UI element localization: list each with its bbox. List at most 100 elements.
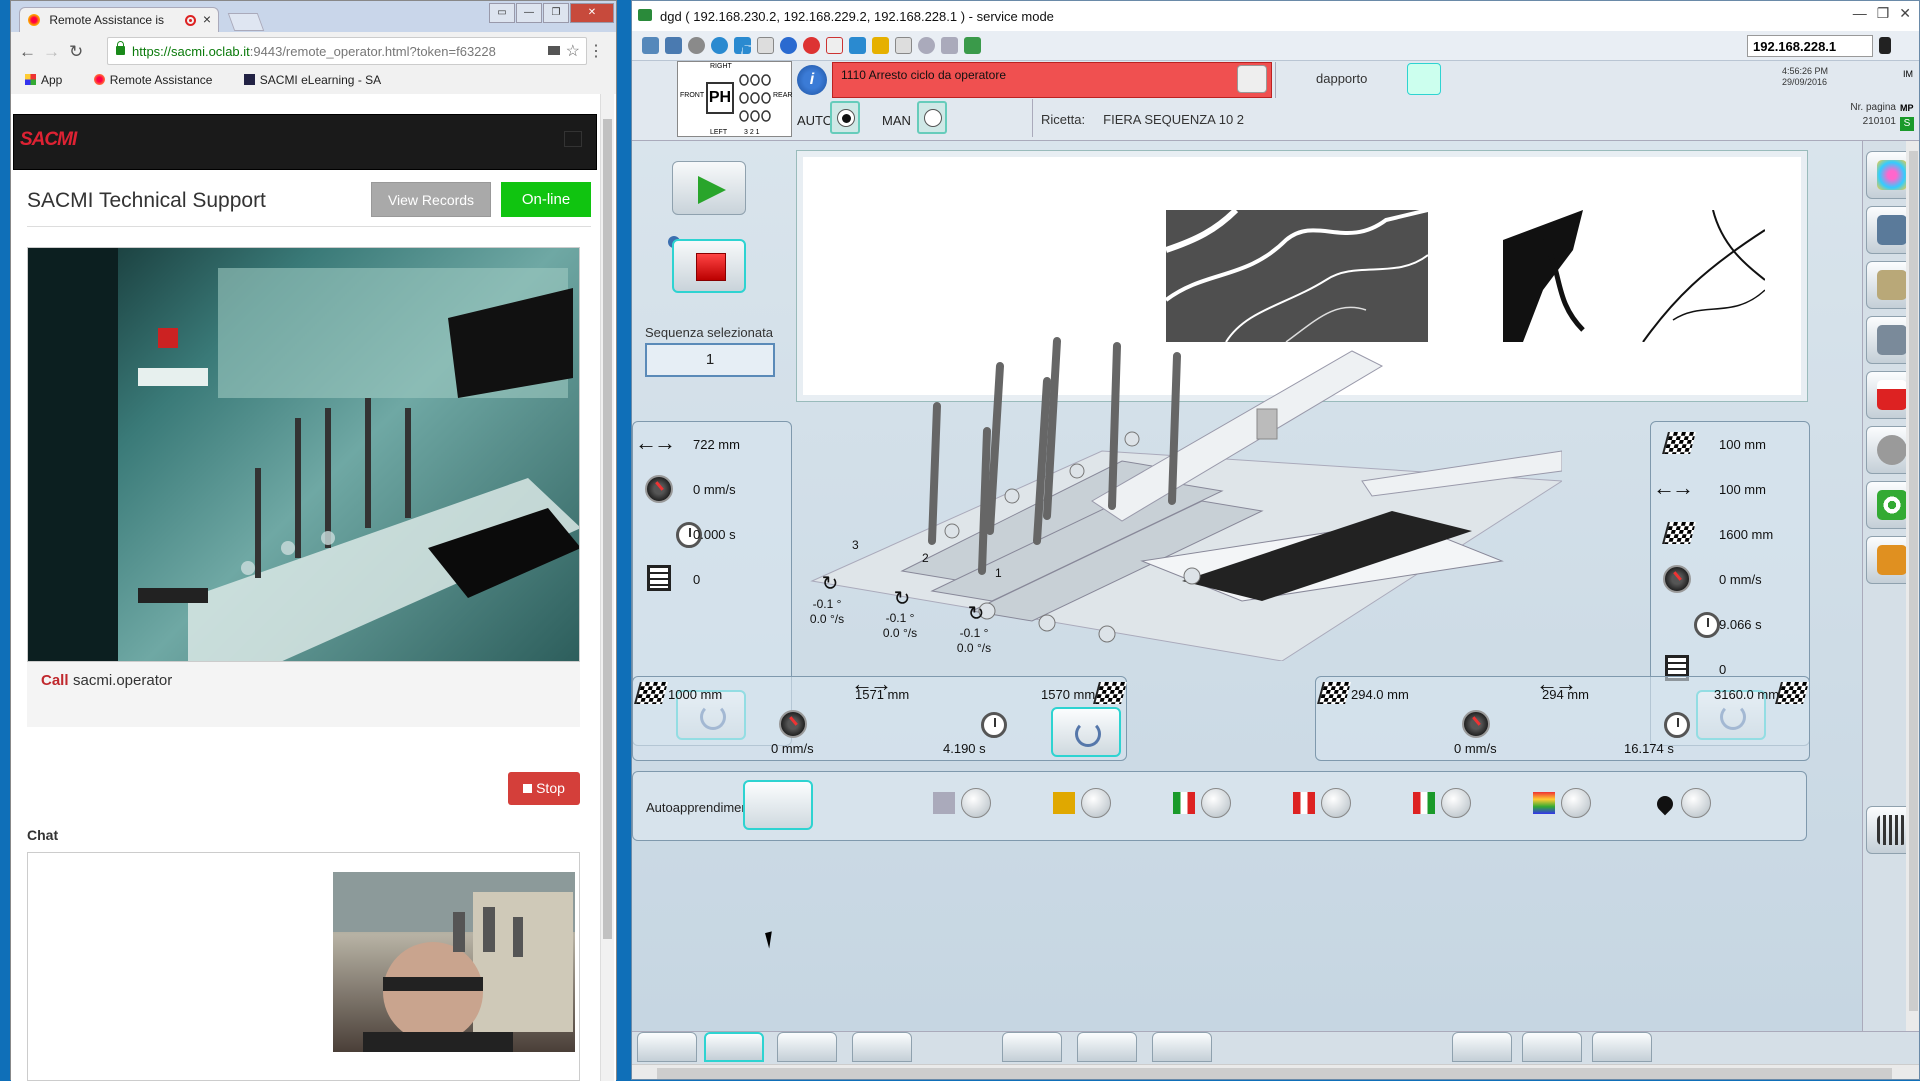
br-span-value: 294 mm <box>1542 687 1589 702</box>
play-icon <box>698 176 726 204</box>
br-start-value: 294.0 mm <box>1351 687 1409 702</box>
bookmark-label: App <box>41 73 63 87</box>
maximize-button[interactable]: ❐ <box>543 3 569 23</box>
tab-favicon-icon <box>28 14 40 26</box>
footer-next-button[interactable] <box>1592 1032 1652 1062</box>
head-2-rate: 0.0 °/s <box>882 626 918 640</box>
footer-power-button[interactable] <box>1077 1032 1137 1062</box>
ip-field[interactable]: 192.168.228.1 <box>1747 35 1873 57</box>
footer-recipes-button[interactable] <box>852 1032 912 1062</box>
export-icon[interactable] <box>895 37 912 54</box>
windows-icon[interactable] <box>734 37 751 54</box>
refresh-icon[interactable] <box>711 37 728 54</box>
minimize-button[interactable]: — <box>1853 5 1867 22</box>
browser-menu-icon[interactable]: ⋮ <box>588 41 604 61</box>
close-window-button[interactable]: ✕ <box>570 3 614 23</box>
footer-diagnostics-button[interactable] <box>777 1032 837 1062</box>
menu-toggle-button[interactable] <box>564 131 582 147</box>
folder-icon[interactable] <box>872 37 889 54</box>
tool-glaze-3[interactable] <box>1413 786 1473 822</box>
hmi-vertical-scrollbar[interactable] <box>1906 141 1919 1031</box>
autolearn-button[interactable] <box>743 780 813 830</box>
scrollbar-thumb[interactable] <box>657 1068 1892 1079</box>
tools-icon[interactable] <box>642 37 659 54</box>
online-button[interactable]: On-line <box>501 182 591 217</box>
tool-indicator <box>1321 788 1351 818</box>
tab-title: Remote Assistance is <box>49 13 165 27</box>
chat-icon[interactable] <box>964 37 981 54</box>
stop-button[interactable]: Stop <box>508 772 580 805</box>
network-icon[interactable] <box>918 37 935 54</box>
tools-icon <box>1877 545 1907 575</box>
settings-icon[interactable] <box>688 37 705 54</box>
stop-circle-icon[interactable] <box>803 37 820 54</box>
local-video <box>333 872 575 1052</box>
pattern-image-1 <box>1166 210 1428 342</box>
info-icon[interactable] <box>780 37 797 54</box>
fullscreen-icon[interactable] <box>665 37 682 54</box>
alarm-icon[interactable] <box>826 37 843 54</box>
footer-map-button[interactable] <box>1452 1032 1512 1062</box>
new-tab-button[interactable] <box>227 13 265 31</box>
footer-images-button[interactable] <box>1152 1032 1212 1062</box>
status-s-badge: S <box>1900 117 1914 131</box>
camera-icon[interactable] <box>548 46 560 55</box>
bookmark-apps[interactable]: App <box>25 73 76 87</box>
auto-mode-button[interactable] <box>830 101 860 134</box>
left-count-value: 0 <box>693 572 701 587</box>
view-records-button[interactable]: View Records <box>371 182 491 217</box>
monitor-icon[interactable] <box>849 37 866 54</box>
alarm-banner[interactable]: 1110 Arresto ciclo da operatore <box>832 62 1272 98</box>
tool-color[interactable] <box>1533 786 1593 822</box>
head-2-angle: -0.1 ° <box>885 611 915 625</box>
minimize-button[interactable]: — <box>516 3 542 23</box>
scrollbar-thumb[interactable] <box>603 119 612 939</box>
man-mode-button[interactable] <box>917 101 947 134</box>
profile-icon[interactable]: ▭ <box>489 3 515 23</box>
bookmark-elearning[interactable]: SACMI eLearning - SA <box>243 73 395 87</box>
document-icon[interactable] <box>757 37 774 54</box>
stop-cycle-button[interactable] <box>672 239 746 293</box>
sequence-field[interactable]: 1 <box>645 343 775 377</box>
bookmark-star-icon[interactable]: ☆ <box>566 41 580 61</box>
remote-icon[interactable] <box>941 37 958 54</box>
browser-tab[interactable]: Remote Assistance is × <box>19 7 219 32</box>
page-info: Nr. pagina 210101 <box>1782 101 1912 129</box>
bl-time-value: 4.190 s <box>943 741 986 756</box>
play-button[interactable] <box>672 161 746 215</box>
scrollbar-thumb[interactable] <box>1909 151 1918 1011</box>
footer-help-button[interactable] <box>637 1032 697 1062</box>
bottom-left-reset-button[interactable] <box>1051 707 1121 757</box>
browser-window: Remote Assistance is × ▭ — ❐ ✕ ← → ↻ htt… <box>10 0 617 1081</box>
bottom-right-axis-panel: 294.0 mm ←→ 294 mm 3160.0 mm 0 mm/s 16.1… <box>1315 671 1810 761</box>
tool-spray[interactable] <box>933 786 993 822</box>
tool-glaze-2[interactable] <box>1293 786 1353 822</box>
right-count-value: 0 <box>1719 662 1727 677</box>
tool-ink[interactable] <box>1653 786 1713 822</box>
footer-main-button[interactable] <box>704 1032 764 1062</box>
tab-bar: Remote Assistance is × ▭ — ❐ ✕ <box>11 1 616 32</box>
remote-video <box>27 247 580 662</box>
user-icon[interactable] <box>1407 63 1441 95</box>
hmi-horizontal-scrollbar[interactable] <box>632 1064 1919 1079</box>
reload-icon[interactable]: ↻ <box>69 42 83 62</box>
tool-glaze-1[interactable] <box>1173 786 1233 822</box>
close-tab-icon[interactable]: × <box>203 11 211 27</box>
bookmark-remote-assistance[interactable]: Remote Assistance <box>93 73 227 87</box>
back-icon[interactable]: ← <box>19 42 36 62</box>
bl-speed-value: 0 mm/s <box>771 741 814 756</box>
sacmi-logo: SACMI <box>20 129 77 150</box>
info-button-icon[interactable]: i <box>797 65 827 95</box>
forward-icon[interactable]: → <box>43 42 60 62</box>
alarm-help-icon[interactable] <box>1237 65 1267 93</box>
footer-camera-button[interactable] <box>1522 1032 1582 1062</box>
maximize-button[interactable]: ❐ <box>1877 5 1890 22</box>
page-scrollbar[interactable] <box>600 94 614 1081</box>
close-window-button[interactable]: ✕ <box>1899 5 1911 22</box>
footer-counter-button[interactable] <box>1002 1032 1062 1062</box>
local-video-image <box>333 872 575 1052</box>
address-bar[interactable]: https://sacmi.oclab.it:9443/remote_opera… <box>107 37 587 65</box>
rotation-icon: ↻ <box>893 588 911 610</box>
tool-brush[interactable] <box>1053 786 1113 822</box>
right-distance-value: 100 mm <box>1719 482 1766 497</box>
